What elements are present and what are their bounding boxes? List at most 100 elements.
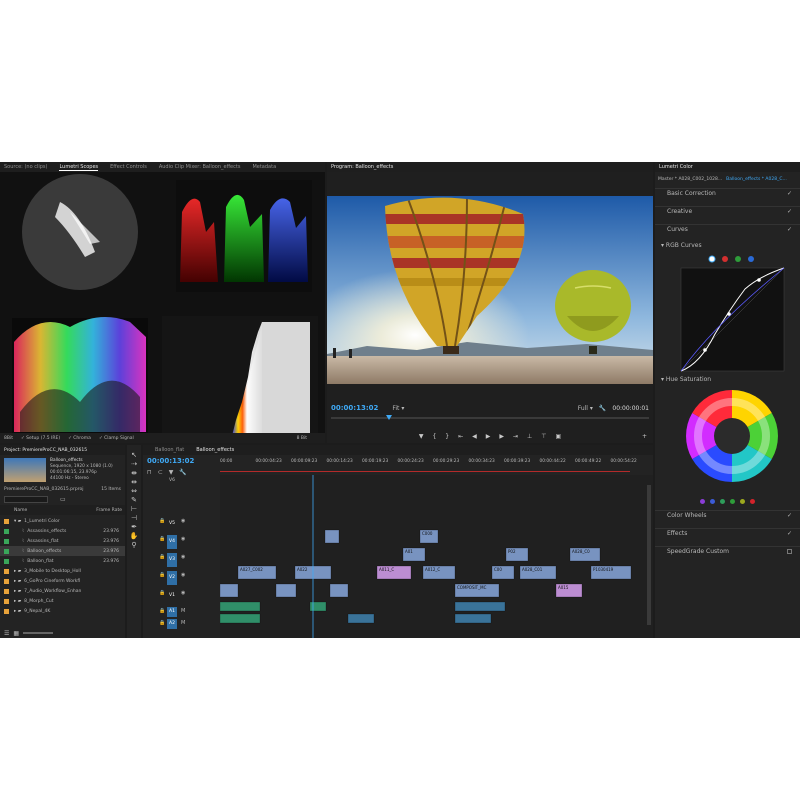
mute-icon[interactable]: M	[181, 620, 185, 626]
folder-icon[interactable]: ▸ ▰	[14, 609, 21, 614]
setup-checkbox[interactable]: ✓ Setup (7.5 IRE)	[21, 436, 60, 441]
out-point-icon[interactable]: }	[445, 433, 449, 440]
track-name[interactable]: V2	[167, 571, 177, 585]
project-list-item[interactable]: ▸ ▰ 3_Mobile to Desktop_Holl	[0, 566, 125, 576]
folder-icon[interactable]: ▸ ▰	[14, 579, 21, 584]
master-select[interactable]: Master * A028_C002_1028...	[658, 177, 722, 182]
section-speedgrade[interactable]: SpeedGrade Custom	[655, 546, 800, 556]
add-marker-icon[interactable]: ▼	[169, 469, 174, 476]
section-color-wheels[interactable]: Color Wheels ✓	[655, 510, 800, 520]
zoom-tool-icon[interactable]: ⚲	[127, 541, 141, 549]
hue-saturation-wheel[interactable]	[655, 386, 800, 506]
list-view-icon[interactable]: ☰	[4, 630, 9, 637]
step-forward-icon[interactable]: ▶	[499, 433, 504, 440]
frame-rate-column-header[interactable]: Frame Rate	[96, 508, 122, 513]
slide-tool-icon[interactable]: ⊣	[127, 514, 141, 522]
go-to-out-icon[interactable]: ⇥	[513, 433, 518, 440]
play-icon[interactable]: ▶	[486, 433, 491, 440]
tab-balloon-effects[interactable]: Balloon_effects	[196, 447, 234, 453]
lock-icon[interactable]: 🔒	[159, 554, 165, 560]
program-video-frame[interactable]	[327, 196, 653, 384]
timeline-timecode[interactable]: 00:00:13:02	[147, 457, 194, 465]
eye-icon[interactable]: ◉	[181, 590, 185, 596]
snap-icon[interactable]: ⊓	[147, 469, 152, 476]
project-list-item[interactable]: ⌇ Assassins_flat 23.976	[0, 536, 125, 546]
sequence-icon[interactable]: ⌇	[22, 549, 24, 554]
lock-icon[interactable]: 🔒	[159, 572, 165, 578]
wrench-icon[interactable]: 🔧	[599, 405, 606, 412]
extract-icon[interactable]: ⊤	[541, 433, 546, 440]
tab-balloon-flat[interactable]: Balloon_flat	[155, 447, 184, 453]
name-column-header[interactable]: Name	[14, 508, 27, 513]
section-basic-correction[interactable]: Basic Correction ✓	[655, 188, 800, 198]
project-list-item[interactable]: ▸ ▰ 8_Morph_Cut	[0, 596, 125, 606]
timeline-ruler[interactable]: 00:00 00:00:04:23 00:00:09:23 00:00:14:23 00…	[220, 457, 650, 475]
icon-view-icon[interactable]: ▦	[13, 630, 19, 637]
selection-tool-icon[interactable]: ↖	[127, 451, 141, 459]
track-select-icon[interactable]: ⇢	[127, 460, 141, 468]
zoom-slider[interactable]	[23, 632, 54, 634]
track-name[interactable]: V4	[167, 535, 177, 549]
tab-metadata[interactable]: Metadata	[252, 164, 276, 170]
clip-thumbnail[interactable]	[4, 458, 46, 482]
tab-audio-clip-mixer[interactable]: Audio Clip Mixer: Balloon_effects	[159, 164, 241, 170]
program-timecode[interactable]: 00:00:13:02	[331, 404, 378, 412]
swatch-icon[interactable]	[740, 498, 745, 504]
program-scrub-bar[interactable]	[327, 415, 653, 421]
track-name[interactable]: V5	[167, 517, 177, 531]
rgb-curves-editor[interactable]	[655, 254, 800, 374]
folder-icon[interactable]: ▸ ▰	[14, 599, 21, 604]
wrench-icon[interactable]: 🔧	[179, 469, 186, 476]
sequence-icon[interactable]: ⌇	[22, 529, 24, 534]
folder-icon[interactable]: ▸ ▰	[14, 569, 21, 574]
linked-selection-icon[interactable]: ⊂	[158, 469, 163, 476]
project-list-item[interactable]: ▸ ▰ 9_Nepal_4K	[0, 606, 125, 616]
swatch-icon[interactable]	[710, 498, 715, 504]
lock-icon[interactable]: 🔒	[159, 518, 165, 524]
lock-icon[interactable]: 🔒	[159, 536, 165, 542]
quality-select[interactable]: Full ▾	[578, 405, 593, 412]
basic-correction-check[interactable]: ✓	[787, 190, 792, 197]
eye-icon[interactable]: ◉	[181, 572, 185, 578]
swatch-icon[interactable]	[700, 498, 705, 504]
lumetri-title[interactable]: Lumetri Color	[659, 164, 693, 170]
effects-check[interactable]: ✓	[787, 530, 792, 537]
chroma-checkbox[interactable]: ✓ Chroma	[68, 436, 91, 441]
track-name[interactable]: A1	[167, 607, 177, 617]
section-hue-saturation[interactable]: ▾ Hue Saturation	[655, 374, 800, 384]
project-title[interactable]: Project: PremiereProCC_NAB_032615	[4, 448, 87, 453]
export-frame-icon[interactable]: ▣	[556, 433, 562, 440]
project-list-item[interactable]: ▸ ▰ 7_Audio_Workflow_Enhan	[0, 586, 125, 596]
section-curves[interactable]: Curves ✓	[655, 224, 800, 234]
section-creative[interactable]: Creative ✓	[655, 206, 800, 216]
lock-icon[interactable]: 🔒	[159, 620, 165, 626]
tab-lumetri-scopes[interactable]: Lumetri Scopes	[59, 164, 99, 171]
track-name[interactable]: A2	[167, 619, 177, 629]
section-effects[interactable]: Effects ✓	[655, 528, 800, 538]
project-list-item[interactable]: ▾ ▰ 1_Lumetri Color	[0, 516, 125, 526]
clip-select[interactable]: Balloon_effects * A028_C...	[726, 177, 787, 182]
eye-icon[interactable]: ◉	[181, 518, 185, 524]
program-title[interactable]: Program: Balloon_effects	[331, 164, 393, 170]
mute-icon[interactable]: M	[181, 608, 185, 614]
tab-source[interactable]: Source: (no clips)	[4, 164, 47, 170]
rate-stretch-icon[interactable]: ⇔	[127, 487, 141, 495]
track-name[interactable]: V3	[167, 553, 177, 567]
bit-depth-select[interactable]: 8Bit	[4, 436, 13, 441]
eye-icon[interactable]: ◉	[181, 536, 185, 542]
swatch-icon[interactable]	[750, 498, 755, 504]
go-to-in-icon[interactable]: ⇤	[458, 433, 463, 440]
project-list-item[interactable]: ▸ ▰ 6_GoPro Cineform Workfl	[0, 576, 125, 586]
slip-tool-icon[interactable]: ⊢	[127, 505, 141, 513]
project-list-item[interactable]: ⌇ Assassins_effects 23.976	[0, 526, 125, 536]
hand-tool-icon[interactable]: ✋	[127, 532, 141, 540]
swatch-icon[interactable]	[720, 498, 725, 504]
curves-check[interactable]: ✓	[787, 226, 792, 233]
lock-icon[interactable]: 🔒	[159, 608, 165, 614]
lift-icon[interactable]: ⊥	[527, 433, 532, 440]
search-icon[interactable]	[4, 495, 48, 503]
speedgrade-checkbox[interactable]	[787, 549, 792, 554]
fit-select[interactable]: Fit ▾	[392, 405, 404, 412]
swatch-icon[interactable]	[730, 498, 735, 504]
step-back-icon[interactable]: ◀	[472, 433, 477, 440]
